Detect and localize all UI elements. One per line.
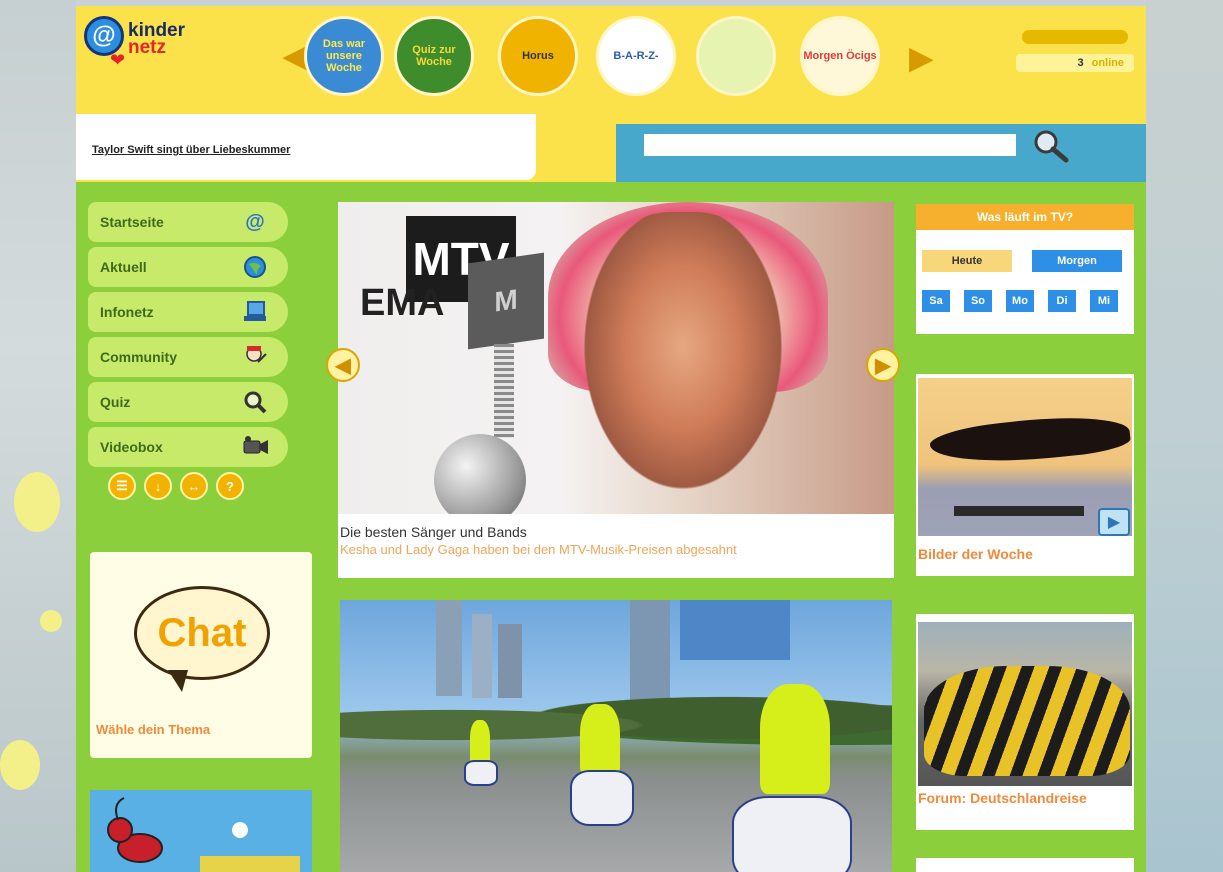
chat-bubble-tail — [168, 670, 188, 692]
nav-item-infonetz[interactable]: Infonetz — [88, 292, 288, 332]
trophy-ball — [434, 434, 526, 514]
nav-item-label: Startseite — [100, 214, 164, 230]
tv-today-button[interactable]: Heute — [922, 250, 1012, 272]
tv-day-button[interactable]: Mi — [1090, 290, 1118, 312]
segway — [464, 760, 498, 786]
skyscraper — [630, 600, 670, 700]
show-teaser[interactable]: Quiz zur Woche — [394, 16, 474, 96]
download-icon[interactable]: ↓ — [144, 472, 172, 500]
show-teaser[interactable]: Horus — [498, 16, 578, 96]
nav-item-startseite[interactable]: Startseite @ — [88, 202, 288, 242]
online-count: 3 — [1077, 57, 1084, 69]
nav-item-label: Quiz — [100, 394, 131, 410]
forum-link[interactable]: Forum: Deutschlandreise — [918, 790, 1087, 806]
forum-image — [918, 622, 1132, 786]
show-teaser[interactable]: Morgen Öcigs — [800, 16, 880, 96]
news-image-police-segways[interactable] — [340, 600, 892, 872]
nav-item-label: Infonetz — [100, 304, 154, 320]
tv-weekday-row: Sa So Mo Di Mi — [922, 290, 1118, 312]
paint-splash — [14, 472, 60, 532]
nav-item-quiz[interactable]: Quiz — [88, 382, 288, 422]
nav-item-label: Aktuell — [100, 259, 147, 275]
swap-icon[interactable]: ↔ — [180, 472, 208, 500]
help-icon[interactable]: ? — [216, 472, 244, 500]
feature-image[interactable]: MTV EMA M — [338, 202, 894, 514]
police-officer — [470, 720, 490, 764]
show-teaser[interactable] — [696, 16, 776, 96]
jumper-silhouette — [928, 409, 1132, 471]
teaser-card[interactable] — [916, 858, 1134, 872]
nav-item-aktuell[interactable]: Aktuell — [88, 247, 288, 287]
nav-item-videobox[interactable]: Videobox — [88, 427, 288, 467]
main-nav: Startseite @ Aktuell Infonetz Community … — [88, 202, 288, 500]
headline-box: Taylor Swift singt über Liebeskummer — [76, 114, 536, 180]
online-counter: 3 online — [1016, 30, 1134, 76]
pictures-of-week-card[interactable]: ▶ Bilder der Woche — [916, 374, 1134, 576]
segway — [570, 770, 634, 826]
page-frame: @ ❤ kinder netz ◀ Das war unsere Woche Qu… — [76, 6, 1146, 872]
search-input[interactable] — [644, 134, 1016, 156]
camera-icon — [240, 433, 270, 461]
logo-text: kinder netz — [128, 20, 186, 58]
headline-link[interactable]: Taylor Swift singt über Liebeskummer — [92, 144, 290, 156]
nav-item-label: Videobox — [100, 439, 163, 455]
magnifier-icon — [240, 388, 270, 416]
feature-title: Die besten Sänger und Bands — [340, 524, 527, 540]
tv-day-button[interactable]: Mo — [1006, 290, 1034, 312]
quick-icons: ☰ ↓ ↔ ? — [88, 472, 288, 500]
kindernetz-logo[interactable]: @ ❤ kinder netz — [84, 12, 204, 74]
segway — [732, 796, 852, 872]
people-icon — [240, 343, 270, 371]
heart-icon: ❤ — [110, 50, 126, 70]
pictures-of-week-image: ▶ — [918, 378, 1132, 536]
tv-day-button[interactable]: Sa — [922, 290, 950, 312]
trophy-cube: M — [468, 252, 544, 350]
online-label: online — [1091, 57, 1124, 69]
forum-card[interactable]: Forum: Deutschlandreise — [916, 614, 1134, 830]
online-indicator — [1022, 30, 1128, 44]
ant-illustration — [107, 797, 300, 872]
search-icon[interactable] — [1032, 128, 1070, 166]
nav-item-community[interactable]: Community — [88, 337, 288, 377]
pictures-of-week-link[interactable]: Bilder der Woche — [918, 546, 1033, 562]
skyscraper — [472, 614, 492, 698]
tv-tomorrow-button[interactable]: Morgen — [1032, 250, 1122, 272]
tv-guide: Was läuft im TV? Heute Morgen Sa So Mo D… — [916, 204, 1134, 334]
billboard — [680, 600, 790, 660]
tv-day-button[interactable]: So — [964, 290, 992, 312]
background-right — [1145, 0, 1223, 872]
feature-subtitle-link[interactable]: Kesha und Lady Gaga haben bei den MTV-Mu… — [340, 542, 737, 557]
skyscraper — [498, 624, 522, 698]
striped-car — [924, 666, 1130, 776]
paint-splash — [0, 740, 40, 790]
feature-next-button[interactable]: ▶ — [866, 348, 900, 382]
show-teaser[interactable]: Das war unsere Woche — [304, 16, 384, 96]
chat-topic-link[interactable]: Wähle dein Thema — [96, 722, 210, 737]
laptop-icon — [240, 298, 270, 326]
skyscraper — [436, 600, 462, 696]
ant-teaser-card[interactable] — [90, 790, 312, 872]
chat-card[interactable]: Chat Wähle dein Thema — [90, 552, 312, 758]
play-icon[interactable]: ▶ — [1098, 508, 1130, 536]
show-teaser[interactable]: B-A-R-Z- — [596, 16, 676, 96]
nav-item-label: Community — [100, 349, 177, 365]
chat-bubble: Chat — [134, 586, 270, 680]
paint-splash — [40, 610, 62, 632]
police-officer — [580, 704, 620, 774]
trophy-spring — [494, 344, 514, 438]
kindernetz-logo-icon: @ — [245, 210, 265, 233]
police-officer — [760, 684, 830, 794]
carousel-next-button[interactable]: ▶ — [908, 40, 934, 76]
tv-day-button[interactable]: Di — [1048, 290, 1076, 312]
globe-icon — [240, 253, 270, 281]
menu-icon[interactable]: ☰ — [108, 472, 136, 500]
feature-slider: MTV EMA M ◀ ▶ Die besten Sänger und Band… — [326, 202, 900, 578]
ship-silhouette — [954, 506, 1084, 516]
feature-prev-button[interactable]: ◀ — [326, 348, 360, 382]
tv-guide-title: Was läuft im TV? — [916, 204, 1134, 230]
singer-face — [568, 212, 798, 512]
ema-text: EMA — [360, 282, 445, 324]
